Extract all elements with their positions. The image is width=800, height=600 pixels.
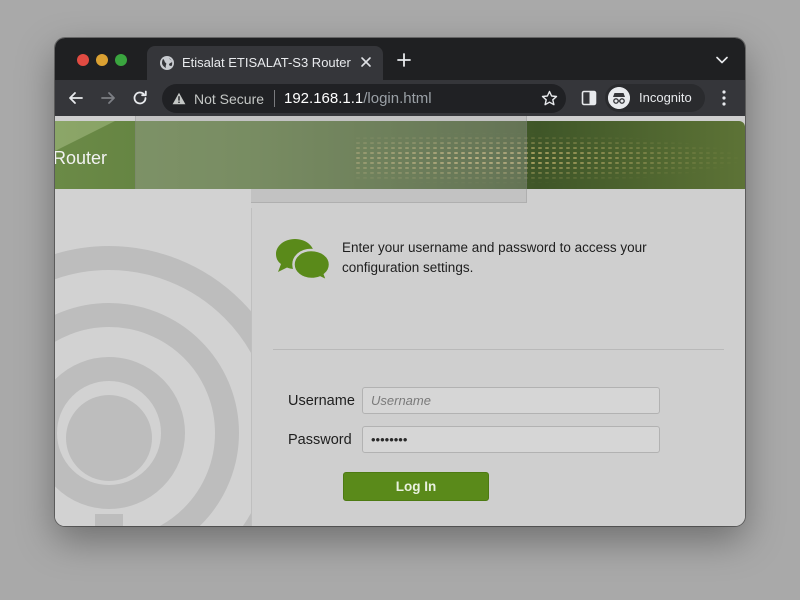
globe-icon bbox=[160, 56, 174, 70]
username-label: Username bbox=[288, 393, 355, 409]
browser-toolbar: Not Secure 192.168.1.1/login.html Incogn… bbox=[55, 80, 745, 116]
tab-title: Etisalat ETISALAT-S3 Router bbox=[182, 55, 351, 70]
profile-button[interactable]: Incognito bbox=[605, 84, 705, 112]
reload-icon[interactable] bbox=[131, 89, 149, 107]
browser-window: Etisalat ETISALAT-S3 Router Not Secure 1… bbox=[55, 38, 745, 526]
arrow-right-icon[interactable] bbox=[99, 89, 117, 107]
url-text[interactable]: 192.168.1.1/login.html bbox=[284, 90, 432, 107]
arrow-left-icon[interactable] bbox=[67, 89, 85, 107]
tab-strip: Etisalat ETISALAT-S3 Router bbox=[55, 38, 745, 80]
password-label: Password bbox=[288, 432, 352, 448]
login-button[interactable]: Log In bbox=[343, 472, 489, 501]
profile-label: Incognito bbox=[639, 90, 692, 105]
username-input[interactable] bbox=[362, 387, 660, 414]
intro-text: Enter your username and password to acce… bbox=[342, 240, 647, 275]
banner-title: Router bbox=[55, 148, 108, 168]
page-content: Router Enter your username and password … bbox=[55, 116, 745, 526]
chat-bubbles-icon bbox=[276, 239, 332, 282]
incognito-icon bbox=[608, 87, 630, 109]
decorative-panel bbox=[55, 189, 251, 526]
minimize-window-button[interactable] bbox=[96, 54, 108, 66]
security-status[interactable]: Not Secure bbox=[194, 91, 264, 107]
wifi-icon bbox=[55, 246, 251, 526]
close-window-button[interactable] bbox=[77, 54, 89, 66]
panel-divider bbox=[251, 208, 252, 526]
url-path: /login.html bbox=[363, 90, 432, 107]
maximize-window-button[interactable] bbox=[115, 54, 127, 66]
kebab-menu-icon[interactable] bbox=[716, 89, 732, 107]
section-divider bbox=[273, 349, 724, 350]
chevron-down-icon[interactable] bbox=[716, 56, 728, 64]
plus-icon[interactable] bbox=[397, 53, 411, 67]
address-bar[interactable]: Not Secure 192.168.1.1/login.html bbox=[162, 84, 566, 113]
side-panel-icon[interactable] bbox=[580, 89, 598, 107]
browser-tab[interactable]: Etisalat ETISALAT-S3 Router bbox=[147, 46, 383, 80]
star-icon[interactable] bbox=[541, 90, 558, 107]
close-icon[interactable] bbox=[359, 55, 373, 69]
password-input[interactable] bbox=[362, 426, 660, 453]
address-divider bbox=[274, 90, 275, 107]
url-host: 192.168.1.1 bbox=[284, 90, 364, 107]
warning-triangle-icon[interactable] bbox=[172, 92, 186, 105]
